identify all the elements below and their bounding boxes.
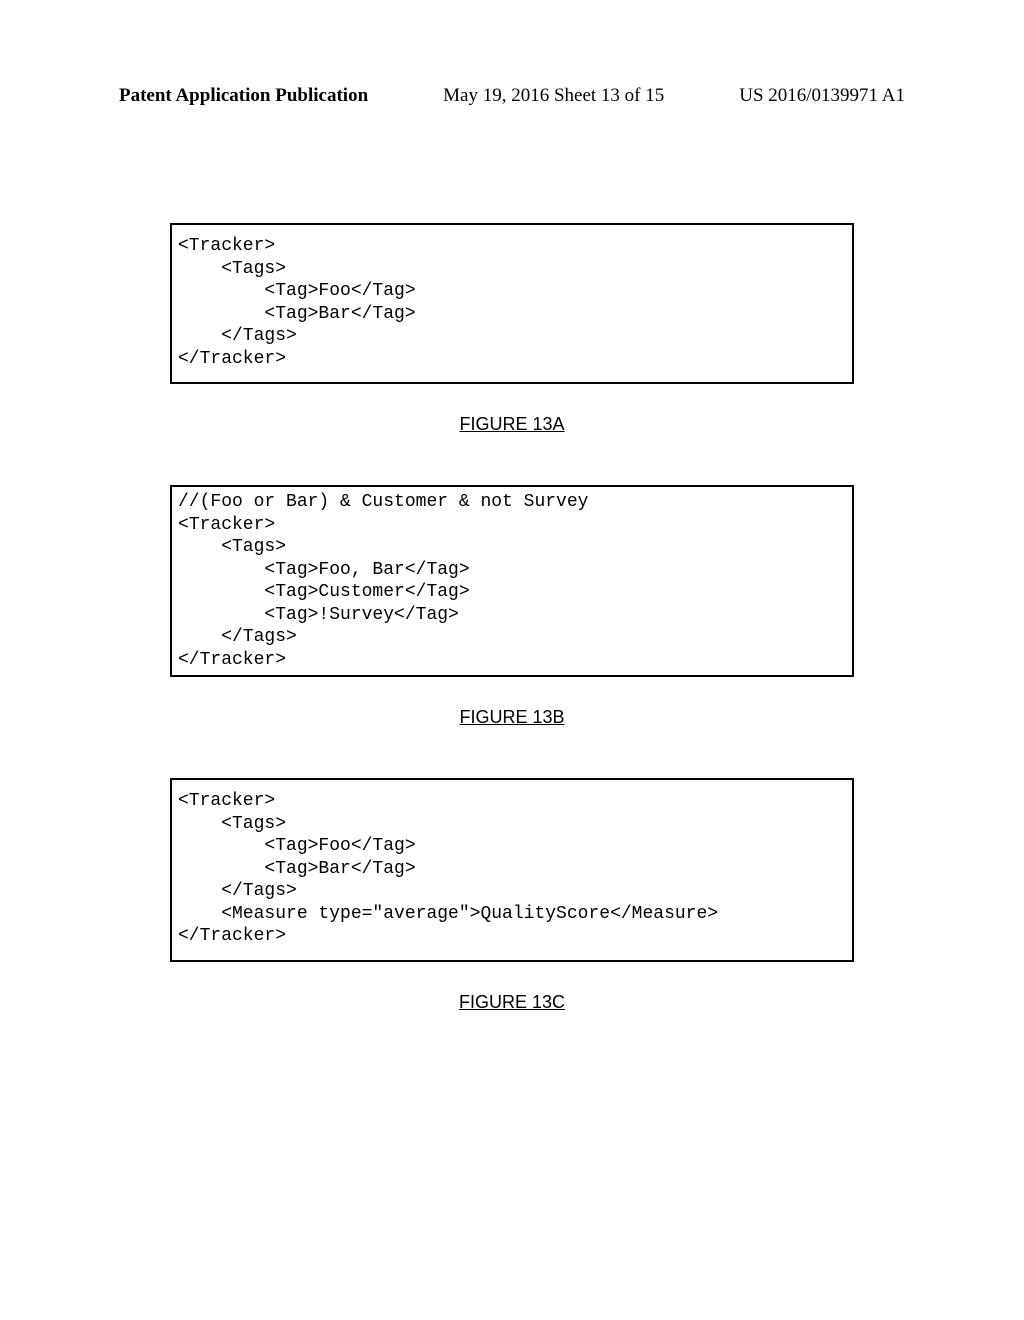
figure-13c-label: FIGURE 13C [115,992,909,1013]
figure-13b-label: FIGURE 13B [115,707,909,728]
figure-13a-code: <Tracker> <Tags> <Tag>Foo</Tag> <Tag>Bar… [178,236,416,369]
figure-13b-code-box: //(Foo or Bar) & Customer & not Survey <… [170,485,854,677]
header-publication-type: Patent Application Publication [119,85,368,107]
figure-13a-code-box: <Tracker> <Tags> <Tag>Foo</Tag> <Tag>Bar… [170,223,854,384]
figure-13b-code: //(Foo or Bar) & Customer & not Survey <… [178,492,588,670]
header-date-sheet: May 19, 2016 Sheet 13 of 15 [443,85,664,107]
figure-13c-code: <Tracker> <Tags> <Tag>Foo</Tag> <Tag>Bar… [178,791,718,946]
page-header: Patent Application Publication May 19, 2… [115,85,909,113]
header-publication-number: US 2016/0139971 A1 [739,85,905,107]
figure-13c-code-box: <Tracker> <Tags> <Tag>Foo</Tag> <Tag>Bar… [170,778,854,962]
patent-page: Patent Application Publication May 19, 2… [0,0,1024,1320]
figure-13a-label: FIGURE 13A [115,414,909,435]
